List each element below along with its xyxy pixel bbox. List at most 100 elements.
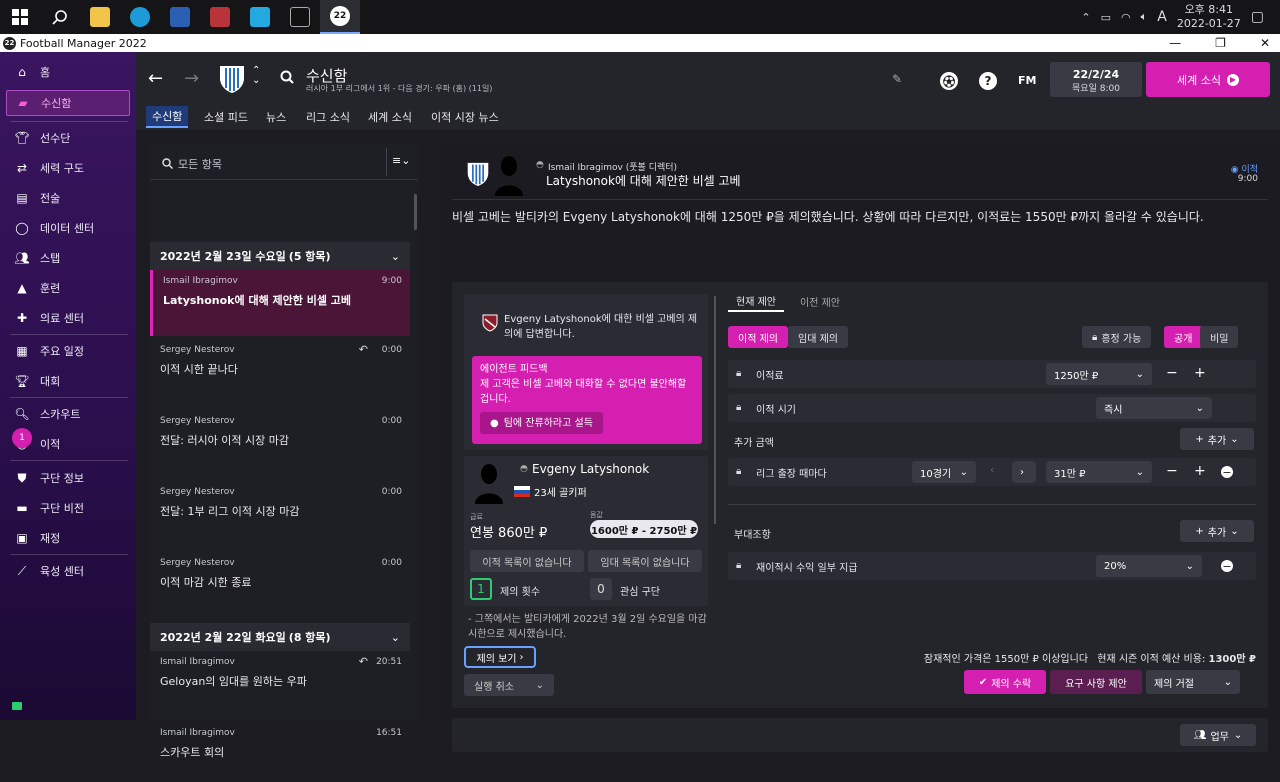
- transfer-offer-toggle[interactable]: 이적 제의: [728, 326, 788, 348]
- add-clause-button[interactable]: + 추가 ⌄: [1180, 520, 1254, 542]
- counter-offer-button[interactable]: 요구 사항 제안: [1050, 670, 1142, 694]
- transfer-list-status[interactable]: 이적 목록이 없습니다: [470, 550, 584, 572]
- sidebar-item-inbox[interactable]: ▰ 수신함: [6, 90, 130, 116]
- close-icon[interactable]: ✕: [1260, 36, 1270, 50]
- date-group-header[interactable]: 2022년 2월 23일 수요일 (5 항목) ⌄: [150, 242, 410, 270]
- remove-icon[interactable]: −: [1221, 466, 1233, 479]
- sidebar-item-tactics[interactable]: ▤ 전술: [6, 185, 130, 211]
- fm-menu-button[interactable]: FM: [1018, 74, 1036, 87]
- sidebar-item-staff[interactable]: 👥︎ 스탭: [6, 245, 130, 271]
- football-manager-taskbar-icon[interactable]: 22: [320, 0, 360, 34]
- sidebar-item-squad[interactable]: 👕︎ 선수단: [6, 125, 130, 151]
- loan-list-status[interactable]: 임대 목록이 없습니다: [588, 550, 702, 572]
- wifi-icon[interactable]: ◠: [1121, 11, 1131, 24]
- tab-news[interactable]: 뉴스: [260, 106, 292, 128]
- maximize-icon[interactable]: ❐: [1215, 36, 1226, 50]
- fee-decrease-button[interactable]: −: [1166, 365, 1178, 381]
- accept-offer-button[interactable]: ✔ 제의 수락: [964, 670, 1046, 694]
- message-item[interactable]: Sergey Nesterov 전달: 1부 리그 이적 시장 마감 0:00: [150, 481, 410, 547]
- edit-pencil-icon[interactable]: ✎: [892, 72, 902, 86]
- back-arrow-icon[interactable]: ←: [148, 68, 163, 89]
- player-name[interactable]: Evgeny Latyshonok: [532, 462, 649, 476]
- sidebar-item-competitions[interactable]: 🏆︎ 대회: [6, 368, 130, 394]
- deadline-note: - 그쪽에서는 발티카에게 2022년 3월 2일 수요일을 마감 시한으로 제…: [468, 614, 707, 640]
- view-offer-button[interactable]: 제의 보기 ›: [464, 646, 536, 668]
- tab-social-feed[interactable]: 소셜 피드: [198, 106, 254, 128]
- volume-icon[interactable]: 🔈︎: [1141, 10, 1148, 24]
- world-news-button[interactable]: 세계 소식 ▶: [1146, 62, 1270, 97]
- search-icon[interactable]: [40, 0, 80, 34]
- ime-indicator[interactable]: A: [1157, 9, 1167, 25]
- chevron-left-icon[interactable]: ‹: [990, 463, 994, 476]
- minimize-icon[interactable]: —: [1169, 36, 1181, 50]
- status-icon[interactable]: [12, 702, 22, 710]
- message-item[interactable]: Ismail Ibragimov Geloyan의 임대를 원하는 우파 ↶ 2…: [150, 651, 410, 717]
- access-icon[interactable]: [200, 0, 240, 34]
- games-dropdown[interactable]: 10경기 ⌄: [912, 461, 976, 483]
- code-editor-icon[interactable]: [240, 0, 280, 34]
- edge-browser-icon[interactable]: [120, 0, 160, 34]
- tasks-button[interactable]: 👥︎ 업무 ⌄: [1180, 724, 1256, 746]
- sort-menu-icon[interactable]: ≡⌄: [392, 154, 410, 167]
- sidebar-item-development[interactable]: ⟋ 육성 센터: [6, 558, 130, 584]
- file-explorer-icon[interactable]: [80, 0, 120, 34]
- windows-start-icon[interactable]: [0, 0, 40, 34]
- sidebar-item-finances[interactable]: ▣ 재정: [6, 525, 130, 551]
- fee-dropdown[interactable]: 1250만 ₽ ⌄: [1046, 363, 1152, 385]
- persuade-button[interactable]: ● 팀에 잔류하라고 설득: [480, 412, 603, 434]
- football-icon[interactable]: ⚽︎: [940, 72, 958, 90]
- club-icon: ⛊: [17, 470, 27, 485]
- next-button[interactable]: ›: [1012, 461, 1036, 483]
- word-icon[interactable]: [160, 0, 200, 34]
- negotiable-toggle[interactable]: 🔒︎ 흥정 가능: [1082, 326, 1152, 348]
- amount-decrease-button[interactable]: −: [1166, 463, 1178, 479]
- reject-offer-button[interactable]: 제의 거절 ⌄: [1146, 670, 1240, 694]
- help-icon[interactable]: ?: [979, 72, 997, 90]
- tab-transfer-news[interactable]: 이적 시장 뉴스: [425, 106, 505, 128]
- date-group-header[interactable]: 2022년 2월 22일 화요일 (8 항목) ⌄: [150, 623, 410, 651]
- tab-world-news[interactable]: 세계 소식: [362, 106, 418, 128]
- message-item[interactable]: Sergey Nesterov 이적 시한 끝나다 ↶ 0:00: [150, 339, 410, 405]
- sell-on-dropdown[interactable]: 20% ⌄: [1096, 555, 1202, 577]
- sidebar-item-schedule[interactable]: ▦ 주요 일정: [6, 338, 130, 364]
- message-item[interactable]: Ismail Ibragimov Latyshonok에 대해 제안한 비셀 고…: [150, 270, 410, 336]
- amount-increase-button[interactable]: +: [1194, 463, 1206, 479]
- message-item[interactable]: Sergey Nesterov 이적 마감 시한 종료 0:00: [150, 552, 410, 618]
- chevron-up-icon[interactable]: ⌃: [1081, 11, 1090, 24]
- appearance-amount-dropdown[interactable]: 31만 ₽ ⌄: [1046, 461, 1152, 483]
- tab-league-news[interactable]: 리그 소식: [300, 106, 356, 128]
- remove-icon[interactable]: −: [1221, 560, 1233, 573]
- search-icon[interactable]: [280, 70, 294, 84]
- sidebar-item-club-info[interactable]: ⛊ 구단 정보: [6, 465, 130, 491]
- club-switch-icon[interactable]: ⌃ ⌄: [252, 66, 260, 86]
- message-item[interactable]: Ismail Ibragimov 스카우트 회의 16:51: [150, 722, 410, 782]
- message-filter[interactable]: 모든 항목 ≡⌄: [150, 144, 418, 180]
- system-clock[interactable]: 오후 8:41 2022-01-27: [1177, 3, 1241, 31]
- notification-icon[interactable]: ▢: [1251, 9, 1264, 25]
- message-item[interactable]: Sergey Nesterov 전달: 러시아 이적 시장 마감 0:00: [150, 410, 410, 476]
- timing-dropdown[interactable]: 즉시 ⌄: [1096, 397, 1212, 419]
- terminal-icon[interactable]: [280, 0, 320, 34]
- sidebar-item-data-center[interactable]: ◯ 데이터 센터: [6, 215, 130, 241]
- forward-arrow-icon[interactable]: →: [184, 68, 199, 89]
- sidebar-item-home[interactable]: ⌂ 홈: [6, 59, 130, 85]
- tab-previous-offer[interactable]: 이전 제안: [792, 290, 848, 312]
- sidebar-item-medical[interactable]: ✚ 의료 센터: [6, 305, 130, 331]
- games-value: 10경기: [920, 468, 952, 480]
- undo-button[interactable]: 실행 취소 ⌄: [464, 674, 554, 696]
- tab-inbox[interactable]: 수신함: [146, 106, 189, 128]
- loan-offer-toggle[interactable]: 임대 제의: [788, 326, 848, 348]
- private-toggle[interactable]: 비밀: [1200, 326, 1239, 348]
- sidebar-item-dynamics[interactable]: ⇄ 세력 구도: [6, 155, 130, 181]
- list-scrollbar[interactable]: [414, 194, 417, 230]
- tab-current-offer[interactable]: 현재 제안: [728, 290, 784, 312]
- add-extra-button[interactable]: + 추가 ⌄: [1180, 428, 1254, 450]
- sidebar-item-scouting[interactable]: 🔍︎ 스카우트: [6, 401, 130, 427]
- sidebar-item-training[interactable]: ▲ 훈련: [6, 275, 130, 301]
- game-date-box[interactable]: 22/2/24 목요일 8:00: [1050, 62, 1142, 97]
- club-crest-icon[interactable]: [218, 64, 246, 94]
- battery-icon[interactable]: ▭: [1101, 11, 1111, 24]
- sidebar-item-club-vision[interactable]: ▬ 구단 비전: [6, 495, 130, 521]
- public-toggle[interactable]: 공개: [1164, 326, 1203, 348]
- fee-increase-button[interactable]: +: [1194, 365, 1206, 381]
